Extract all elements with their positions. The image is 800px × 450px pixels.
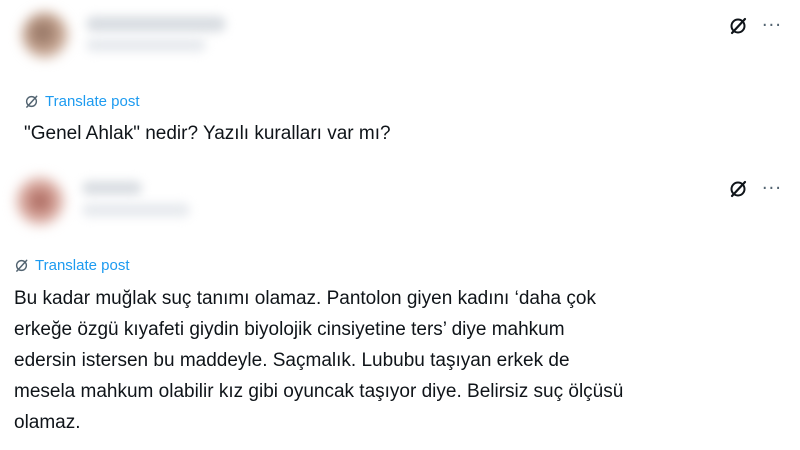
- author-handle-blurred: [86, 38, 206, 52]
- more-options-icon[interactable]: ···: [762, 180, 782, 198]
- avatar[interactable]: [22, 12, 68, 58]
- reply-post-2[interactable]: ··· Translate post Bu kadar muğlak suç t…: [0, 165, 800, 450]
- grok-icon[interactable]: [728, 16, 748, 36]
- translate-post-label[interactable]: Translate post: [45, 93, 140, 110]
- post-text: Bu kadar muğlak suç tanımı olamaz. Panto…: [14, 288, 624, 433]
- translate-post-link[interactable]: Translate post: [24, 93, 140, 110]
- translate-post-label[interactable]: Translate post: [35, 257, 130, 274]
- translate-icon: [25, 95, 38, 108]
- author-handle-blurred: [82, 203, 190, 217]
- reply-thread: ··· Translate post "Genel Ahlak" nedir? …: [0, 0, 800, 450]
- author-name-blurred[interactable]: [86, 16, 226, 32]
- translate-icon: [15, 259, 28, 272]
- author-name-blurred[interactable]: [82, 181, 142, 195]
- grok-icon[interactable]: [728, 179, 748, 199]
- translate-post-link[interactable]: Translate post: [14, 257, 130, 274]
- post-actions: ···: [728, 179, 782, 199]
- avatar[interactable]: [16, 177, 64, 225]
- post-actions: ···: [728, 16, 782, 36]
- reply-post-1[interactable]: ··· Translate post "Genel Ahlak" nedir? …: [0, 0, 800, 160]
- post-text: "Genel Ahlak" nedir? Yazılı kuralları va…: [24, 123, 391, 144]
- more-options-icon[interactable]: ···: [762, 17, 782, 35]
